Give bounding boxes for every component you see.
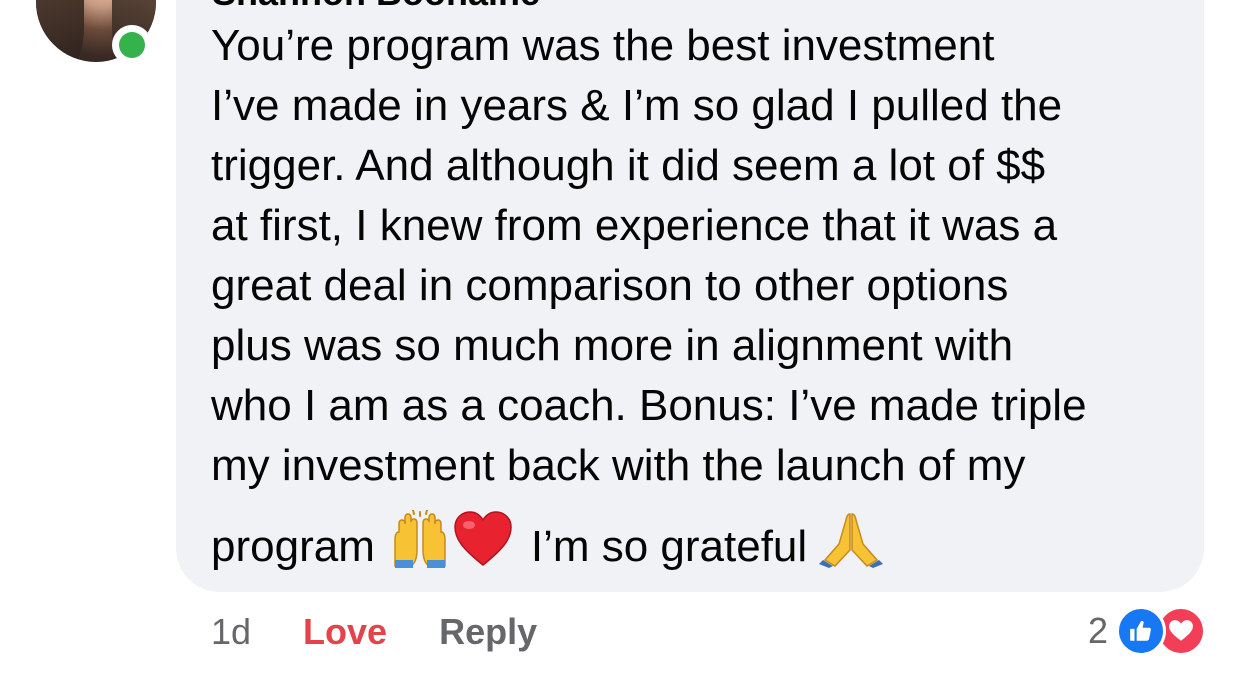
comment-screen: Shannon Boonaine You’re program was the … [0,0,1242,699]
like-icon [1116,606,1166,656]
reply-button[interactable]: Reply [439,611,537,653]
comment-line: I’ve made in years & I’m so glad I pulle… [211,81,1063,130]
avatar-hair-left [36,0,84,62]
comment-text: You’re program was the best investment I… [211,16,1196,584]
comment-line: You’re program was the best investment [211,21,995,70]
online-dot-icon [119,32,145,58]
comment-line: plus was so much more in alignment with [211,321,1014,370]
comment-line-start: program [211,522,375,571]
comment-line: my investment back with the launch of my [211,441,1026,490]
raising-hands-icon [389,509,451,584]
comment-line: who I am as a coach. Bonus: I’ve made tr… [211,381,1087,430]
reaction-count: 2 [1087,610,1108,651]
comment-timestamp[interactable]: 1d [211,611,251,653]
red-heart-icon [453,511,513,583]
online-status-indicator [112,25,152,65]
comment-author-name[interactable]: Shannon Boonaine [212,0,540,14]
comment-last-line: program I’m so grateful [211,509,1196,584]
folded-hands-icon [819,510,884,584]
comment-line-end: I’m so grateful [530,522,808,571]
comment-actions: 1d Love Reply [211,606,537,658]
love-button[interactable]: Love [303,611,387,653]
comment-line: trigger. And although it did seem a lot … [211,141,1046,190]
comment-line: at first, I knew from experience that it… [211,201,1058,250]
reaction-summary[interactable]: 2 [1088,604,1206,658]
comment-line: great deal in comparison to other option… [211,261,1009,310]
